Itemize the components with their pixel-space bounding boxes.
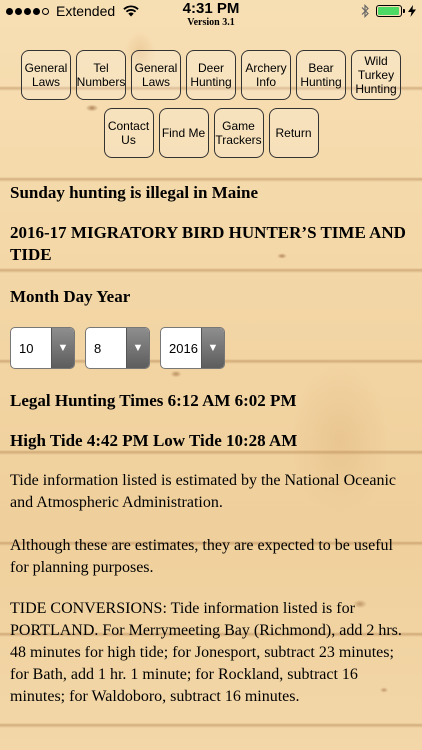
sunday-hunting-notice: Sunday hunting is illegal in Maine [10, 183, 258, 202]
nav-bear-hunting-button[interactable]: Bear Hunting [296, 50, 346, 100]
tide-times: High Tide 4:42 PM Low Tide 10:28 AM [10, 431, 298, 450]
nav-general-laws-button[interactable]: General Laws [21, 50, 71, 100]
nav-deer-hunting-button[interactable]: Deer Hunting [186, 50, 236, 100]
status-bar: Extended 4:31 PM Version 3.1 [0, 0, 422, 28]
chevron-down-icon: ▼ [51, 328, 74, 368]
date-label: Month Day Year [10, 287, 131, 306]
tide-source-text: Tide information listed is estimated by … [10, 472, 396, 511]
legal-hunting-times: Legal Hunting Times 6:12 AM 6:02 PM [10, 391, 297, 410]
estimates-note-text: Although these are estimates, they are e… [10, 537, 393, 576]
chevron-down-icon: ▼ [201, 328, 224, 368]
month-select[interactable]: 10 ▼ [10, 327, 75, 369]
nav-wild-turkey-hunting-button[interactable]: Wild Turkey Hunting [351, 50, 401, 100]
migratory-title: 2016-17 MIGRATORY BIRD HUNTER’S TIME AND… [10, 223, 406, 264]
charging-bolt-icon [408, 5, 416, 17]
nav-tel-numbers-button[interactable]: Tel Numbers [76, 50, 126, 100]
nav-return-button[interactable]: Return [268, 108, 319, 158]
app-version: Version 3.1 [187, 17, 235, 28]
nav-general-laws-2-button[interactable]: General Laws [131, 50, 181, 100]
nav-game-trackers-button[interactable]: Game Trackers [213, 108, 264, 158]
nav-row-secondary: Contact Us Find Me Game Trackers Return [0, 108, 422, 158]
chevron-down-icon: ▼ [126, 328, 149, 368]
day-select-value: 8 [94, 340, 102, 356]
tide-conversions-text: TIDE CONVERSIONS: Tide information liste… [10, 600, 402, 705]
clock: 4:31 PM [182, 0, 240, 17]
status-right [360, 4, 416, 18]
nav-row-primary: General Laws Tel Numbers General Laws De… [0, 50, 422, 100]
nav-contact-us-button[interactable]: Contact Us [103, 108, 154, 158]
bluetooth-icon [361, 4, 369, 18]
battery-level [378, 7, 399, 15]
battery-icon [376, 5, 405, 17]
month-select-value: 10 [19, 340, 34, 356]
year-select[interactable]: 2016 ▼ [160, 327, 225, 369]
date-selectors: 10 ▼ 8 ▼ 2016 ▼ [10, 327, 225, 369]
day-select[interactable]: 8 ▼ [85, 327, 150, 369]
status-center: 4:31 PM Version 3.1 [0, 0, 422, 29]
nav-find-me-button[interactable]: Find Me [158, 108, 209, 158]
year-select-value: 2016 [169, 340, 198, 356]
nav-archery-info-button[interactable]: Archery Info [241, 50, 291, 100]
